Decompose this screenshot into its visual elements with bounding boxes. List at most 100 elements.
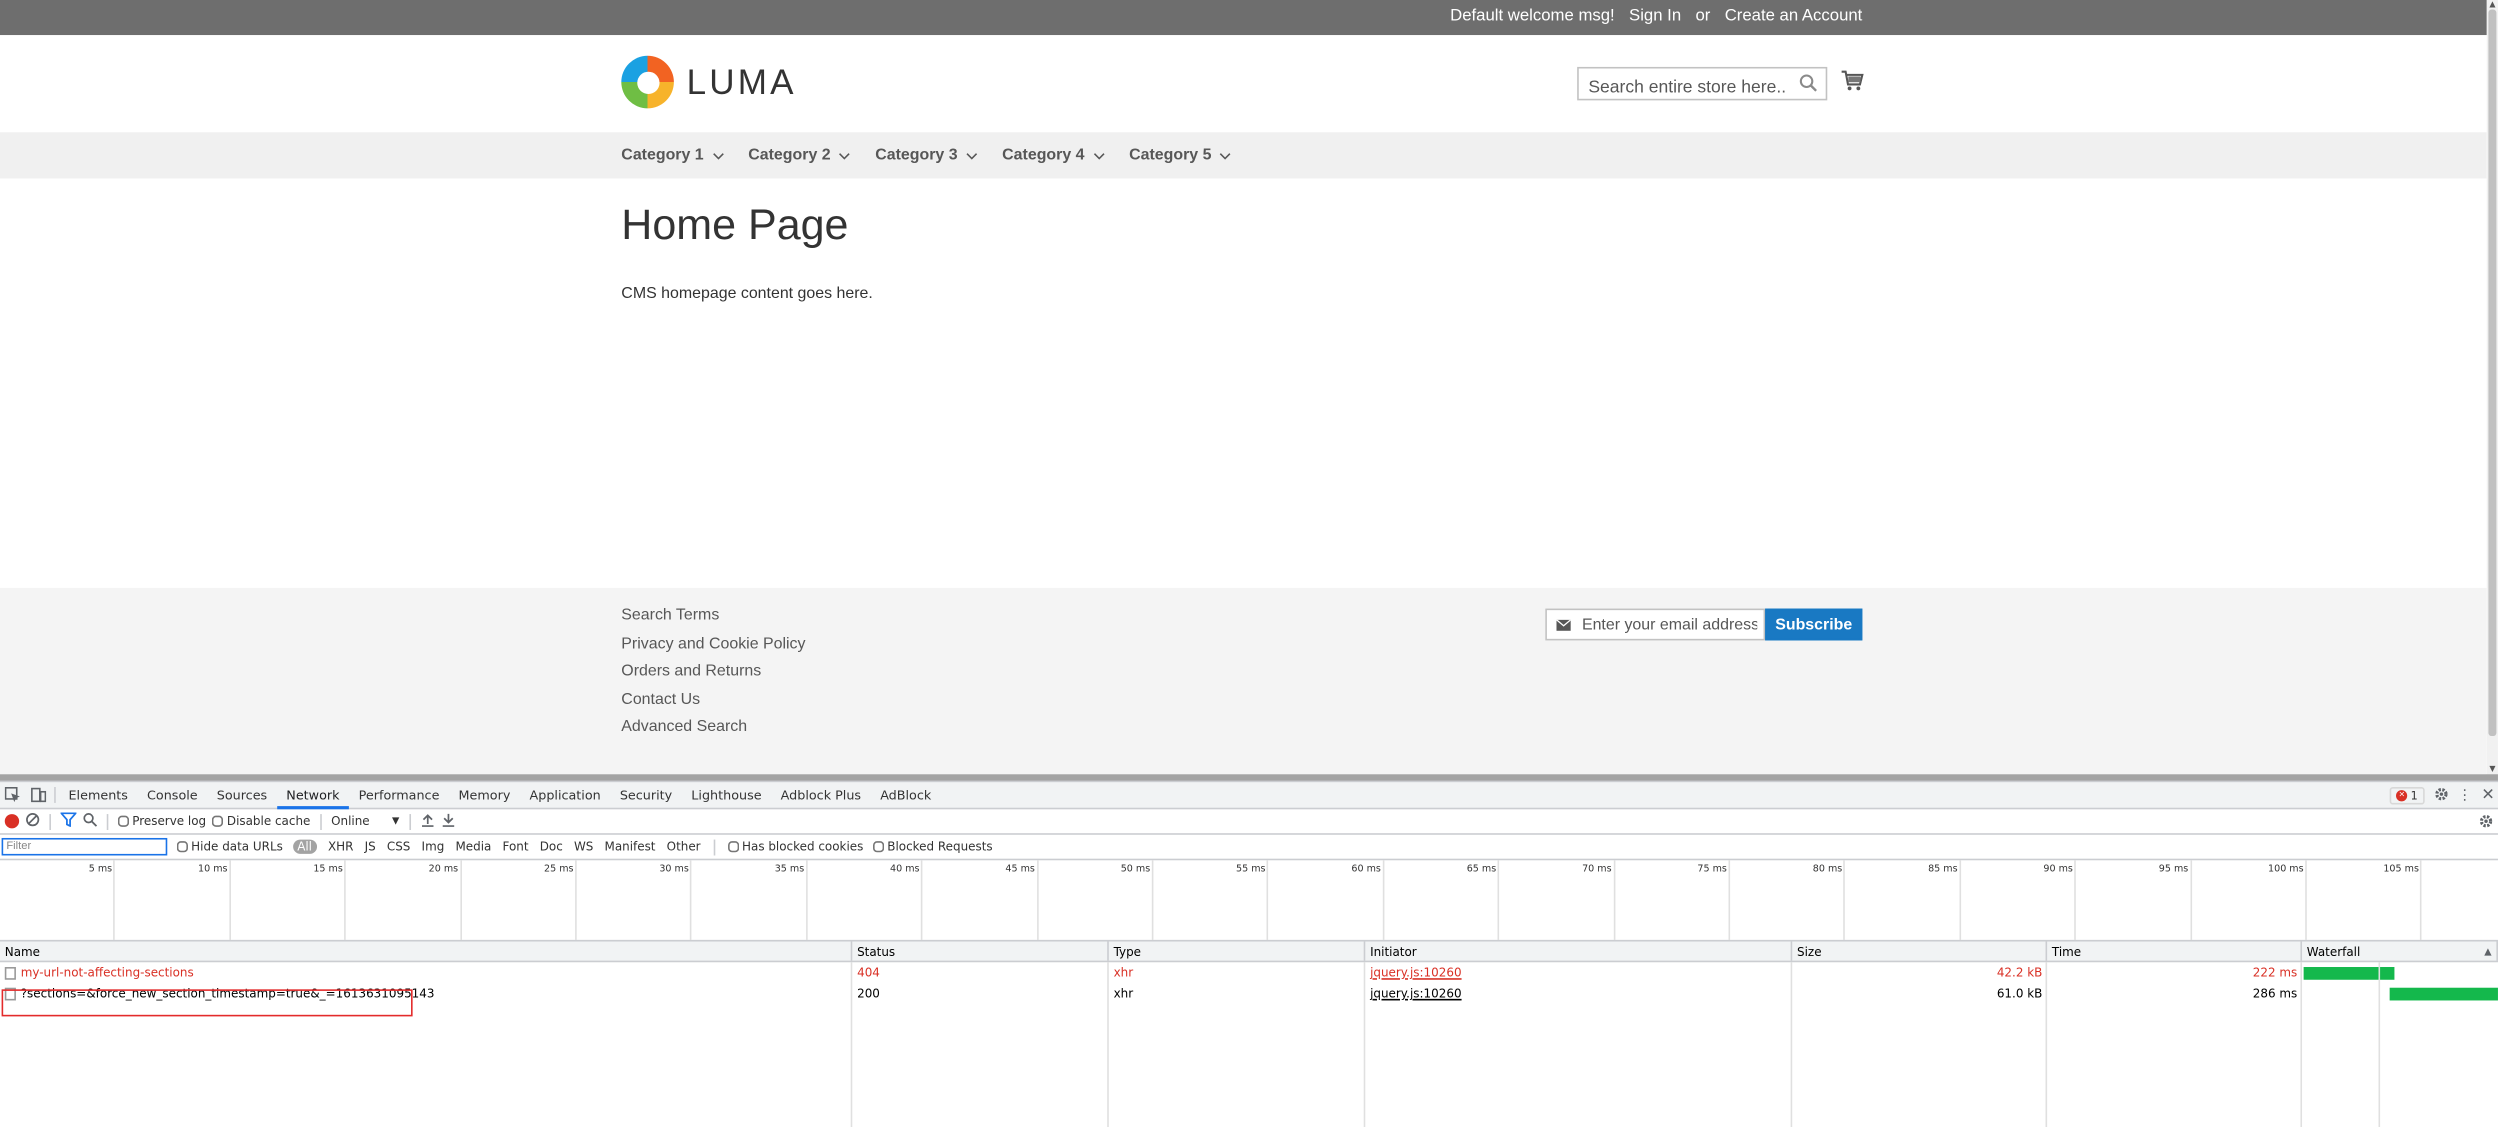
waterfall-bar bbox=[2303, 966, 2395, 979]
chevron-down-icon bbox=[1220, 152, 1232, 159]
column-header-waterfall[interactable]: Waterfall bbox=[2302, 941, 2498, 961]
settings-gear-icon[interactable] bbox=[2434, 787, 2448, 805]
search-icon[interactable] bbox=[1799, 73, 1818, 92]
column-header-name[interactable]: Name bbox=[0, 941, 853, 961]
column-header-initiator[interactable]: Initiator bbox=[1365, 941, 1793, 961]
inspect-element-icon[interactable] bbox=[0, 782, 25, 807]
filter-type-manifest[interactable]: Manifest bbox=[605, 840, 656, 854]
or-text: or bbox=[1695, 6, 1711, 26]
devtools-tab-adblock[interactable]: AdBlock bbox=[871, 781, 941, 808]
filter-type-img[interactable]: Img bbox=[422, 840, 445, 854]
create-account-link[interactable]: Create an Account bbox=[1725, 6, 1863, 25]
request-row[interactable]: my-url-not-affecting-sections 404 xhr jquer… bbox=[0, 962, 2498, 983]
devtools-tab-adblock-plus[interactable]: Adblock Plus bbox=[771, 781, 871, 808]
preserve-log-checkbox[interactable]: Preserve log bbox=[117, 814, 207, 829]
devtools-tab-console[interactable]: Console bbox=[137, 781, 207, 808]
network-toolbar: Preserve log Disable cache Online ▼ bbox=[0, 809, 2498, 835]
nav-category-label: Category 1 bbox=[621, 146, 704, 165]
sort-ascending-icon[interactable]: ▲ bbox=[2484, 946, 2491, 957]
column-header-time[interactable]: Time bbox=[2047, 941, 2303, 961]
column-header-type[interactable]: Type bbox=[1109, 941, 1366, 961]
scroll-up-icon[interactable]: ▲ bbox=[2487, 0, 2498, 10]
request-type: xhr bbox=[1113, 986, 1134, 1001]
devtools-tab-memory[interactable]: Memory bbox=[449, 781, 520, 808]
filter-icon[interactable] bbox=[59, 812, 78, 830]
filter-type-css[interactable]: CSS bbox=[387, 840, 411, 854]
page-scrollbar[interactable]: ▲ ▼ bbox=[2486, 0, 2498, 775]
footer-link[interactable]: Search Terms bbox=[621, 607, 805, 625]
export-har-icon[interactable] bbox=[441, 812, 455, 830]
column-header-size[interactable]: Size bbox=[1792, 941, 2048, 961]
chevron-down-icon bbox=[839, 152, 851, 159]
filter-type-xhr[interactable]: XHR bbox=[328, 840, 353, 854]
filter-type-other[interactable]: Other bbox=[667, 840, 701, 854]
has-blocked-cookies-checkbox[interactable]: Has blocked cookies bbox=[727, 839, 864, 854]
network-overview-timeline[interactable]: 5 ms 10 ms 15 ms 20 ms 25 ms 30 ms 35 ms 40 ms 4… bbox=[0, 860, 2498, 942]
filter-type-ws[interactable]: WS bbox=[574, 840, 593, 854]
devtools-tab-elements[interactable]: Elements bbox=[59, 781, 138, 808]
newsletter-email-input[interactable] bbox=[1581, 615, 1758, 634]
filter-input[interactable] bbox=[1, 837, 168, 856]
filter-type-font[interactable]: Font bbox=[502, 840, 528, 854]
logo[interactable]: LUMA bbox=[621, 55, 797, 109]
chevron-down-icon bbox=[712, 152, 724, 159]
footer-link[interactable]: Contact Us bbox=[621, 691, 805, 709]
close-devtools-icon[interactable]: ✕ bbox=[2481, 787, 2494, 805]
filter-type-all[interactable]: All bbox=[292, 839, 317, 854]
filter-type-media[interactable]: Media bbox=[455, 840, 491, 854]
scrollbar-thumb[interactable] bbox=[2488, 9, 2497, 737]
filter-type-doc[interactable]: Doc bbox=[540, 840, 563, 854]
nav-category-1[interactable]: Category 1 bbox=[621, 146, 724, 165]
column-header-status[interactable]: Status bbox=[852, 941, 1109, 961]
search-box bbox=[1577, 66, 1828, 103]
filter-bar: Hide data URLs All XHR JS CSS Img Media Font Do… bbox=[0, 835, 2498, 861]
footer-link[interactable]: Advanced Search bbox=[621, 719, 805, 737]
sign-in-link[interactable]: Sign In bbox=[1629, 6, 1681, 25]
device-toolbar-icon[interactable] bbox=[25, 782, 50, 807]
throttling-select[interactable]: Online ▼ bbox=[331, 814, 399, 828]
nav-category-label: Category 4 bbox=[1002, 146, 1085, 165]
request-time: 222 ms bbox=[2252, 965, 2298, 980]
separator bbox=[713, 838, 715, 855]
has-blocked-cookies-label: Has blocked cookies bbox=[742, 839, 864, 854]
nav-category-3[interactable]: Category 3 bbox=[875, 147, 978, 164]
more-options-icon[interactable]: ⋮ bbox=[2458, 788, 2472, 804]
welcome-message: Default welcome msg! bbox=[1450, 6, 1615, 26]
search-network-icon[interactable] bbox=[83, 812, 98, 830]
preserve-log-label: Preserve log bbox=[132, 814, 207, 829]
blocked-requests-checkbox[interactable]: Blocked Requests bbox=[872, 840, 993, 854]
filter-type-js[interactable]: JS bbox=[365, 840, 376, 854]
cart-icon[interactable] bbox=[1840, 69, 1864, 93]
footer-link[interactable]: Orders and Returns bbox=[621, 663, 805, 681]
request-initiator[interactable]: jquery.js:10260 bbox=[1365, 983, 1792, 1004]
devtools-tab-sources[interactable]: Sources bbox=[207, 781, 277, 808]
site-footer: Search Terms Privacy and Cookie Policy Ord… bbox=[0, 587, 2487, 775]
envelope-icon bbox=[1556, 618, 1571, 631]
devtools-tab-application[interactable]: Application bbox=[520, 781, 610, 808]
hide-data-urls-checkbox[interactable]: Hide data URLs bbox=[176, 840, 283, 854]
nav-category-4[interactable]: Category 4 bbox=[1002, 146, 1105, 165]
search-input[interactable] bbox=[1578, 72, 1786, 103]
devtools-tab-network[interactable]: Network bbox=[276, 781, 350, 809]
import-har-icon[interactable] bbox=[420, 812, 434, 830]
clear-icon[interactable] bbox=[25, 812, 40, 830]
devtools-tab-security[interactable]: Security bbox=[610, 781, 681, 808]
request-time: 286 ms bbox=[2252, 986, 2298, 1001]
scroll-down-icon[interactable]: ▼ bbox=[2487, 765, 2498, 775]
nav-category-5[interactable]: Category 5 bbox=[1129, 147, 1232, 164]
request-initiator[interactable]: jquery.js:10260 bbox=[1365, 962, 1792, 983]
network-settings-icon[interactable] bbox=[2479, 814, 2493, 832]
subscribe-button[interactable]: Subscribe bbox=[1765, 608, 1863, 641]
newsletter-field bbox=[1545, 608, 1766, 641]
devtools-tab-lighthouse[interactable]: Lighthouse bbox=[682, 781, 771, 808]
logo-text: LUMA bbox=[686, 61, 797, 102]
request-status: 404 bbox=[857, 965, 880, 980]
footer-link[interactable]: Privacy and Cookie Policy bbox=[621, 635, 805, 653]
error-badge[interactable]: × 1 bbox=[2389, 786, 2425, 805]
record-icon[interactable] bbox=[4, 814, 20, 829]
request-name[interactable]: my-url-not-affecting-sections bbox=[21, 962, 194, 983]
devtools-tab-performance[interactable]: Performance bbox=[349, 781, 449, 808]
viewport: Default welcome msg! Sign In or Create a… bbox=[0, 0, 2498, 1127]
nav-category-2[interactable]: Category 2 bbox=[748, 147, 851, 164]
disable-cache-checkbox[interactable]: Disable cache bbox=[212, 814, 310, 828]
